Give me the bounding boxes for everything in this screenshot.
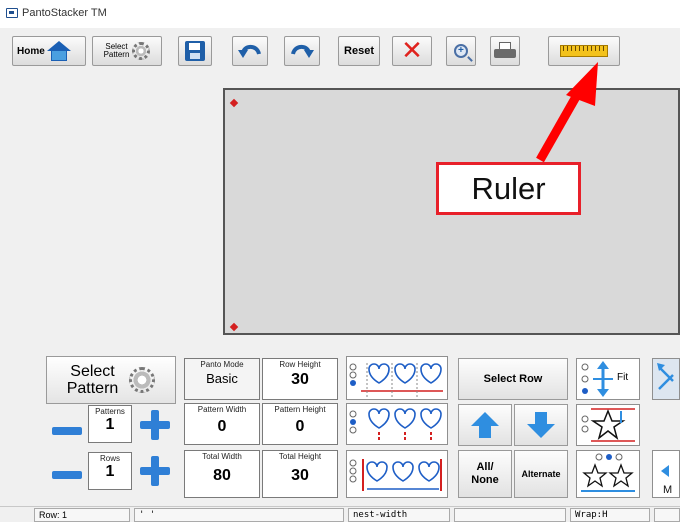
patterns-field: Patterns 1	[88, 405, 132, 443]
expand-option[interactable]	[652, 358, 680, 400]
layout-option-2[interactable]	[346, 403, 448, 445]
select-row-button[interactable]: Select Row	[458, 358, 568, 400]
status-cell-2: ' '	[134, 508, 344, 522]
select-row-label: Select Row	[483, 373, 543, 385]
status-row: Row: 1	[34, 508, 130, 522]
select-pattern-button[interactable]: Select Pattern	[92, 36, 162, 66]
redo-icon	[291, 44, 314, 58]
total-width-value: 80	[213, 467, 231, 484]
undo-icon	[238, 44, 261, 58]
pattern-width-value: 0	[217, 418, 227, 435]
redo-button[interactable]	[284, 36, 320, 66]
status-wrap: Wrap:H	[570, 508, 650, 522]
pattern-width-caption: Pattern Width	[197, 405, 247, 414]
select-pattern-large-button[interactable]: Select Pattern	[46, 356, 176, 404]
row-height-field[interactable]: Row Height 30	[262, 358, 338, 400]
hearts-center-icon	[349, 408, 442, 442]
patterns-plus-button[interactable]	[140, 410, 170, 440]
select-pattern-label: Select Pattern	[103, 42, 130, 59]
home-label: Home	[17, 45, 45, 57]
star-align-option[interactable]	[576, 404, 640, 446]
total-height-value: 30	[291, 467, 309, 484]
pattern-height-field: Pattern Height 0	[262, 403, 338, 445]
star-spread-option[interactable]	[576, 450, 640, 498]
corner-marker	[229, 98, 239, 108]
home-icon	[46, 41, 71, 61]
ruler-button[interactable]	[548, 36, 620, 66]
total-height-caption: Total Height	[278, 452, 322, 461]
toolbar: Home Select Pattern Reset ✕ +	[0, 28, 680, 74]
reset-label: Reset	[344, 45, 374, 57]
reset-button[interactable]: Reset	[338, 36, 380, 66]
home-button[interactable]: Home	[12, 36, 86, 66]
stars-icon	[581, 453, 635, 492]
status-cell-4	[454, 508, 566, 522]
hearts-spacing-icon	[349, 363, 443, 397]
layout-option-3[interactable]	[346, 450, 448, 498]
panto-mode-value: Basic	[206, 371, 238, 386]
patterns-minus-button[interactable]	[52, 427, 82, 435]
select-pattern-large-label: Select Pattern	[66, 363, 119, 397]
svg-text:M: M	[663, 484, 672, 496]
save-icon	[185, 41, 205, 61]
rows-caption: Rows	[99, 454, 120, 463]
total-height-field: Total Height 30	[262, 450, 338, 498]
fit-icon	[581, 361, 613, 397]
row-down-button[interactable]	[514, 404, 568, 446]
expand-arrows-icon	[657, 363, 674, 390]
row-height-value: 30	[291, 371, 309, 388]
total-width-field: Total Width 80	[184, 450, 260, 498]
row-up-button[interactable]	[458, 404, 512, 446]
move-left-icon: M	[661, 465, 672, 496]
patterns-caption: Patterns	[95, 407, 125, 416]
title-bar: PantoStacker TM	[0, 0, 680, 28]
all-none-label: All/ None	[471, 461, 499, 486]
layout-option-1[interactable]	[346, 356, 448, 400]
rows-value: 1	[105, 463, 115, 480]
corner-marker	[229, 322, 239, 332]
zoom-button[interactable]: +	[446, 36, 476, 66]
status-nest: nest-width	[348, 508, 450, 522]
pattern-height-caption: Pattern Height	[274, 405, 326, 414]
print-button[interactable]	[490, 36, 520, 66]
alternate-label: Alternate	[521, 469, 561, 479]
gear-icon	[132, 42, 151, 60]
gear-icon	[129, 367, 156, 393]
zoom-in-icon: +	[454, 44, 468, 58]
fit-label: Fit	[617, 372, 629, 383]
patterns-value: 1	[105, 416, 115, 433]
rows-plus-button[interactable]	[140, 456, 170, 486]
alternate-button[interactable]: Alternate	[514, 450, 568, 498]
status-bar: Row: 1 ' ' nest-width Wrap:H	[0, 506, 680, 522]
callout-label: Ruler	[471, 170, 546, 206]
delete-button[interactable]: ✕	[392, 36, 432, 66]
ruler-callout: Ruler	[436, 162, 581, 215]
panto-mode-caption: Panto Mode	[200, 360, 244, 369]
all-none-button[interactable]: All/ None	[458, 450, 512, 498]
pattern-height-value: 0	[295, 418, 305, 435]
hearts-spread-icon	[349, 459, 442, 491]
app-icon	[6, 8, 18, 18]
total-width-caption: Total Width	[202, 452, 242, 461]
status-cell-6	[654, 508, 680, 522]
printer-icon	[494, 42, 516, 60]
row-height-caption: Row Height	[279, 360, 321, 369]
star-outline-icon	[581, 408, 635, 442]
save-button[interactable]	[178, 36, 212, 66]
rows-field: Rows 1	[88, 452, 132, 490]
fit-option[interactable]: Fit	[576, 358, 640, 400]
arrow-down-icon	[527, 412, 555, 438]
delete-icon: ✕	[401, 36, 423, 66]
pattern-width-field: Pattern Width 0	[184, 403, 260, 445]
rows-minus-button[interactable]	[52, 471, 82, 479]
move-option[interactable]: M	[652, 450, 680, 498]
arrow-up-icon	[471, 412, 499, 438]
panto-mode-field[interactable]: Panto Mode Basic	[184, 358, 260, 400]
window-title: PantoStacker TM	[22, 7, 107, 19]
ruler-icon	[560, 45, 608, 57]
undo-button[interactable]	[232, 36, 268, 66]
